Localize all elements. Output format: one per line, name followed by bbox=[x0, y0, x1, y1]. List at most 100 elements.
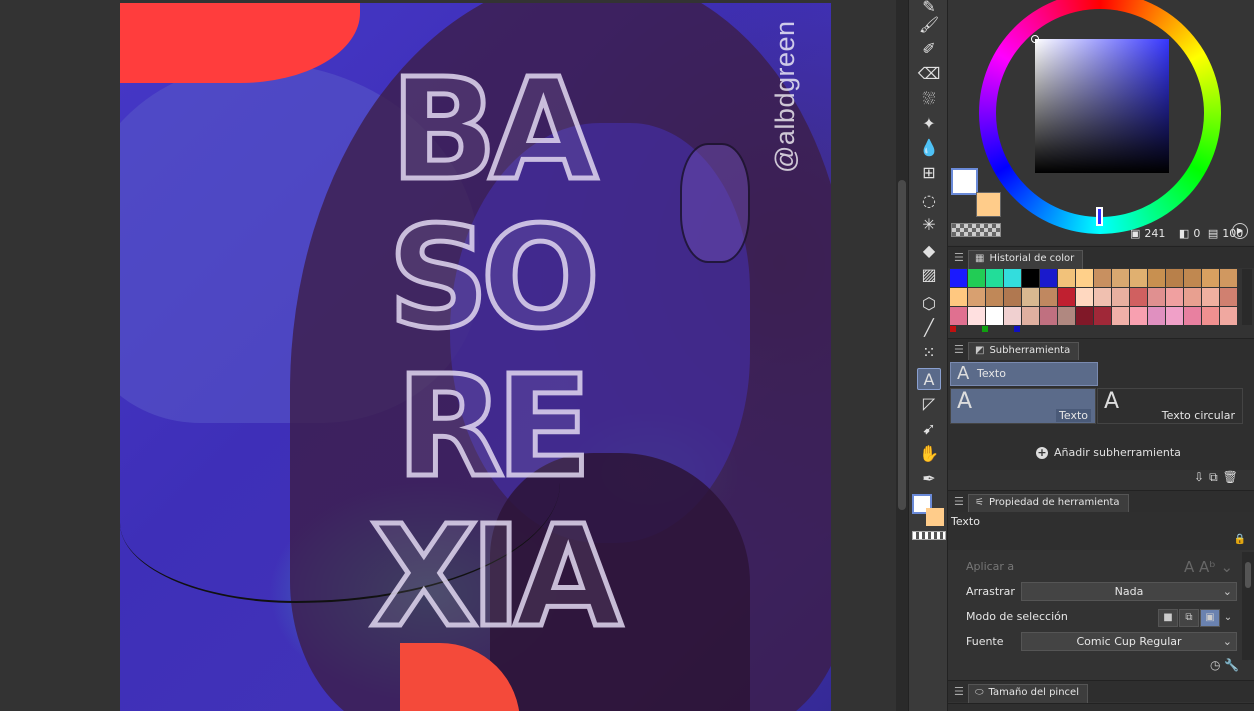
new-selection-icon[interactable]: ■ bbox=[1158, 609, 1178, 627]
subtool-duplicate-icon[interactable]: ⧉ bbox=[1209, 470, 1218, 484]
color-history-swatch[interactable] bbox=[1004, 288, 1022, 306]
color-history-scrollbar[interactable] bbox=[1242, 269, 1252, 325]
lock-icon[interactable]: 🔒 bbox=[1234, 534, 1246, 545]
color-history-swatch[interactable] bbox=[1112, 269, 1130, 287]
color-history-swatch[interactable] bbox=[1148, 288, 1166, 306]
color-history-swatch[interactable] bbox=[1202, 269, 1220, 287]
color-history-swatch[interactable] bbox=[1040, 307, 1058, 325]
color-history-swatch[interactable] bbox=[1148, 269, 1166, 287]
fill-icon[interactable]: ◆ bbox=[917, 240, 941, 262]
gradient-icon[interactable]: ▨ bbox=[917, 264, 941, 286]
artwork-canvas[interactable]: @albdgreen BA SO RE XIA bbox=[120, 3, 831, 711]
color-history-swatch[interactable] bbox=[986, 288, 1004, 306]
color-history-swatch[interactable] bbox=[968, 307, 986, 325]
color-history-swatch[interactable] bbox=[1004, 307, 1022, 325]
blend-icon[interactable]: 💧 bbox=[917, 137, 941, 159]
add-subtool-button[interactable]: + Añadir subherramienta bbox=[1036, 446, 1181, 459]
sv-cursor-handle[interactable] bbox=[1031, 35, 1039, 43]
color-history-swatch[interactable] bbox=[1022, 269, 1040, 287]
panel-menu-icon[interactable]: ☰ bbox=[954, 251, 964, 264]
color-history-swatch[interactable] bbox=[950, 288, 968, 306]
main-color-swatch[interactable] bbox=[951, 168, 978, 195]
saturation-value-square[interactable] bbox=[1035, 39, 1169, 173]
color-history-swatch[interactable] bbox=[1184, 307, 1202, 325]
color-history-swatch[interactable] bbox=[1058, 307, 1076, 325]
color-history-swatch[interactable] bbox=[1058, 269, 1076, 287]
color-history-swatch[interactable] bbox=[1004, 269, 1022, 287]
color-history-swatch[interactable] bbox=[968, 288, 986, 306]
eyedropper-icon[interactable]: ✒ bbox=[917, 468, 941, 490]
color-history-swatch[interactable] bbox=[986, 269, 1004, 287]
color-history-swatch[interactable] bbox=[1076, 288, 1094, 306]
color-history-swatch[interactable] bbox=[950, 269, 968, 287]
text-tool-icon[interactable]: A bbox=[917, 368, 941, 390]
reset-icon[interactable]: ◷ bbox=[1210, 658, 1220, 672]
color-history-swatch[interactable] bbox=[1022, 288, 1040, 306]
color-history-swatch[interactable] bbox=[1112, 288, 1130, 306]
color-history-swatch[interactable] bbox=[1148, 307, 1166, 325]
airbrush-icon[interactable]: ⛆ bbox=[917, 88, 941, 110]
color-history-swatch[interactable] bbox=[1094, 307, 1112, 325]
tab-brush-size[interactable]: ⬭ Tamaño del pincel bbox=[968, 684, 1088, 703]
brush-icon[interactable]: 🖌 bbox=[917, 14, 941, 36]
subtool-tile-texto-circular[interactable]: A Texto circular bbox=[1097, 388, 1243, 424]
toolbar-transparent-color-swatch[interactable] bbox=[912, 531, 946, 540]
frame-icon[interactable]: ◸ bbox=[917, 393, 941, 415]
color-history-swatch[interactable] bbox=[1094, 269, 1112, 287]
tab-subtool[interactable]: ◩ Subherramienta bbox=[968, 342, 1080, 361]
panel-menu-icon[interactable]: ☰ bbox=[954, 685, 964, 698]
wrench-icon[interactable]: 🔧 bbox=[1224, 658, 1239, 672]
marker-icon[interactable]: ✐ bbox=[917, 38, 941, 60]
subtool-tile-texto[interactable]: A Texto bbox=[950, 388, 1096, 424]
color-mode-toggle-icon[interactable]: ▶ bbox=[1232, 223, 1248, 239]
hand-icon[interactable]: ✋ bbox=[917, 443, 941, 465]
color-history-swatch[interactable] bbox=[1166, 288, 1184, 306]
color-history-swatch[interactable] bbox=[1076, 269, 1094, 287]
arrastrar-select[interactable]: Nada ⌄ bbox=[1021, 582, 1237, 601]
color-history-swatch[interactable] bbox=[1040, 288, 1058, 306]
subtool-import-icon[interactable]: ⇩ bbox=[1194, 470, 1204, 484]
tab-tool-property[interactable]: ⚟ Propiedad de herramienta bbox=[968, 494, 1129, 513]
canvas-scrollbar[interactable] bbox=[896, 0, 908, 711]
tab-color-history[interactable]: ▦ Historial de color bbox=[968, 250, 1084, 269]
toolbar-sub-color-swatch[interactable] bbox=[926, 508, 944, 526]
color-history-swatch[interactable] bbox=[1220, 288, 1238, 306]
color-history-swatch[interactable] bbox=[1184, 288, 1202, 306]
eraser-icon[interactable]: ⌫ bbox=[917, 63, 941, 85]
color-history-swatch[interactable] bbox=[1130, 269, 1148, 287]
color-history-swatch[interactable] bbox=[968, 269, 986, 287]
color-history-swatch[interactable] bbox=[1130, 307, 1148, 325]
color-history-swatch[interactable] bbox=[1022, 307, 1040, 325]
font-select[interactable]: Comic Cup Regular ⌄ bbox=[1021, 632, 1237, 651]
tool-property-scrollbar[interactable] bbox=[1242, 552, 1254, 660]
canvas-scrollbar-thumb[interactable] bbox=[898, 180, 906, 510]
color-history-swatch[interactable] bbox=[1184, 269, 1202, 287]
subtool-delete-icon[interactable]: 🗑 bbox=[1223, 470, 1238, 484]
color-history-swatch[interactable] bbox=[1112, 307, 1130, 325]
panel-menu-icon[interactable]: ☰ bbox=[954, 343, 964, 356]
grid-icon[interactable]: ⊞ bbox=[917, 162, 941, 184]
canvas-workspace[interactable]: @albdgreen BA SO RE XIA bbox=[0, 0, 896, 711]
intersect-selection-icon[interactable]: ▣ bbox=[1200, 609, 1220, 627]
color-history-swatch[interactable] bbox=[1166, 307, 1184, 325]
color-history-swatch[interactable] bbox=[1220, 307, 1238, 325]
color-history-swatch[interactable] bbox=[1076, 307, 1094, 325]
color-history-swatch[interactable] bbox=[1202, 307, 1220, 325]
color-history-swatch[interactable] bbox=[986, 307, 1004, 325]
color-history-swatch[interactable] bbox=[1040, 269, 1058, 287]
3d-icon[interactable]: ⬡ bbox=[917, 293, 941, 315]
sparkle-icon[interactable]: ✦ bbox=[917, 113, 941, 135]
apply-target-icons[interactable]: A Aᵇ ⌄ bbox=[1184, 557, 1233, 577]
magic-wand-icon[interactable]: ✳ bbox=[917, 214, 941, 236]
color-history-swatch[interactable] bbox=[950, 307, 968, 325]
object-icon[interactable]: ➹ bbox=[917, 418, 941, 440]
color-history-swatch[interactable] bbox=[1130, 288, 1148, 306]
color-history-swatch[interactable] bbox=[1220, 269, 1238, 287]
color-history-swatch[interactable] bbox=[1202, 288, 1220, 306]
color-history-swatch[interactable] bbox=[1166, 269, 1184, 287]
panel-menu-icon[interactable]: ☰ bbox=[954, 495, 964, 508]
color-history-swatch[interactable] bbox=[1094, 288, 1112, 306]
add-selection-icon[interactable]: ⧉ bbox=[1179, 609, 1199, 627]
subtool-group-texto[interactable]: A Texto bbox=[950, 362, 1098, 386]
color-history-swatch[interactable] bbox=[1058, 288, 1076, 306]
